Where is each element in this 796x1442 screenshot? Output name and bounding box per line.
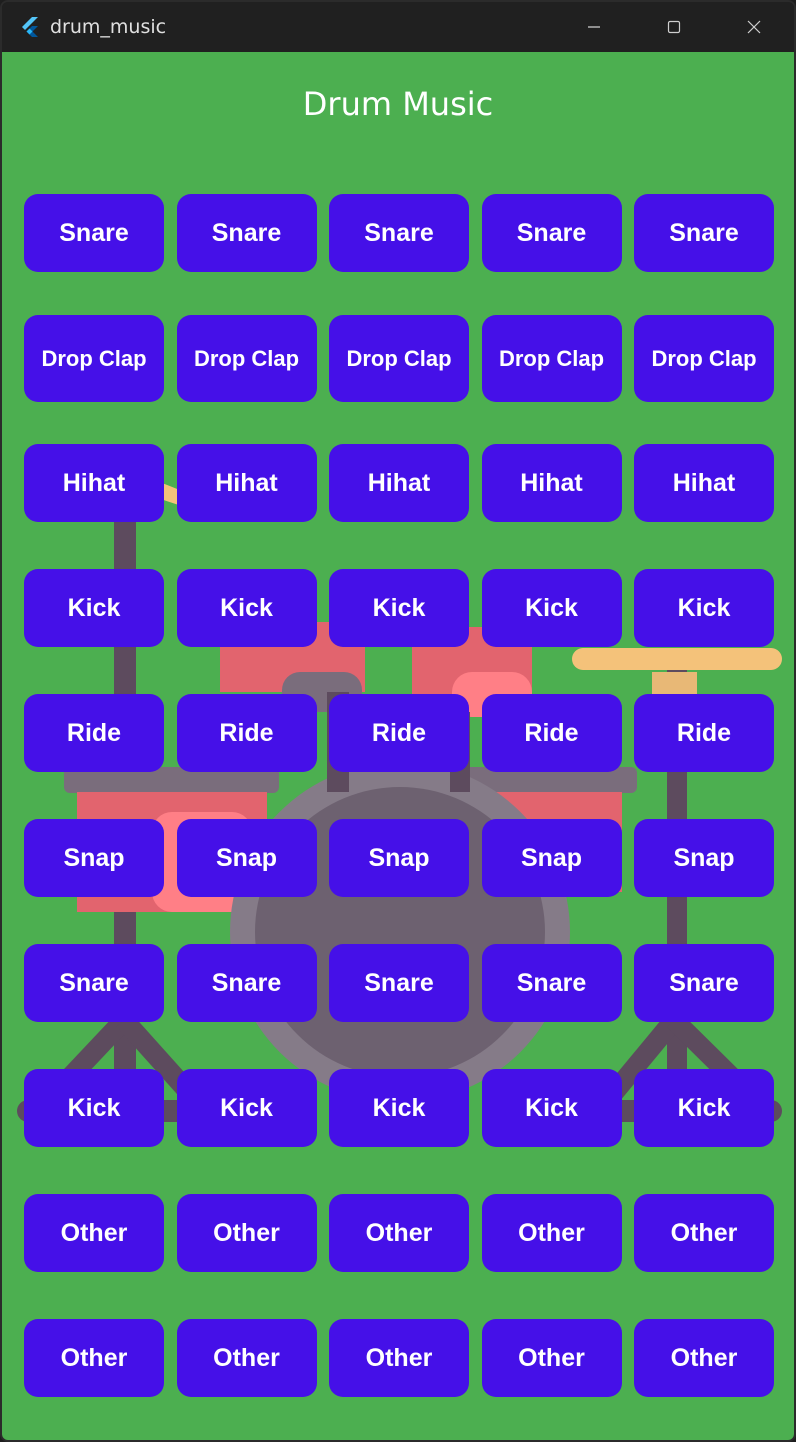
drum-pad-button[interactable]: Kick [481, 1069, 622, 1147]
pad-row: Other Other Other Other Other [24, 1319, 774, 1397]
drum-pad-button[interactable]: Snare [24, 944, 164, 1022]
drum-pad-button[interactable]: Kick [24, 1069, 164, 1147]
window-controls [554, 2, 794, 52]
maximize-button[interactable] [634, 2, 714, 52]
drum-pad-button[interactable]: Snare [634, 944, 774, 1022]
drum-pad-button[interactable]: Ride [634, 694, 774, 772]
drum-pad-button[interactable]: Ride [24, 694, 164, 772]
drum-pad-button[interactable]: Other [481, 1319, 622, 1397]
drum-pad-button[interactable]: Other [481, 1194, 622, 1272]
app-window: drum_music Drum Music Snare Snare Snare … [0, 0, 796, 1442]
drum-pad-button[interactable]: Snare [481, 944, 622, 1022]
drum-pad-button[interactable]: Hihat [176, 444, 317, 522]
drum-pad-button[interactable]: Snare [329, 944, 469, 1022]
drum-pad-button[interactable]: Other [24, 1194, 164, 1272]
drum-pad-button[interactable]: Other [24, 1319, 164, 1397]
drum-pad-button[interactable]: Kick [634, 1069, 774, 1147]
close-icon [747, 20, 761, 34]
drum-pad-button[interactable]: Snap [24, 819, 164, 897]
pad-row: Drop Clap Drop Clap Drop Clap Drop Clap Drop… [24, 315, 774, 402]
close-button[interactable] [714, 2, 794, 52]
drum-pad-button[interactable]: Snare [176, 944, 317, 1022]
app-content: Drum Music Snare Snare Snare Snare Snare Drop… [2, 52, 794, 1440]
drum-pad-button[interactable]: Drop Clap [176, 315, 317, 402]
drum-pad-button[interactable]: Drop Clap [634, 315, 774, 402]
drum-pad-button[interactable]: Kick [634, 569, 774, 647]
drum-pad-button[interactable]: Other [634, 1319, 774, 1397]
window-title: drum_music [50, 16, 167, 38]
drum-pad-button[interactable]: Snare [24, 194, 164, 272]
drum-pad-button[interactable]: Drop Clap [329, 315, 469, 402]
drum-pad-button[interactable]: Drop Clap [24, 315, 164, 402]
drum-pad-button[interactable]: Ride [329, 694, 469, 772]
title-bar: drum_music [2, 2, 794, 52]
maximize-icon [667, 20, 681, 34]
pad-row: Hihat Hihat Hihat Hihat Hihat [24, 444, 774, 522]
drum-pad-button[interactable]: Other [634, 1194, 774, 1272]
drum-pad-button[interactable]: Ride [481, 694, 622, 772]
drum-pad-button[interactable]: Kick [24, 569, 164, 647]
drum-pad-button[interactable]: Snap [481, 819, 622, 897]
drum-pad-button[interactable]: Snare [176, 194, 317, 272]
drum-pad-button[interactable]: Snap [176, 819, 317, 897]
minimize-button[interactable] [554, 2, 634, 52]
drum-pad-button[interactable]: Kick [176, 569, 317, 647]
drum-pad-button[interactable]: Other [176, 1319, 317, 1397]
pad-row: Snap Snap Snap Snap Snap [24, 819, 774, 897]
drum-pad-button[interactable]: Snap [329, 819, 469, 897]
pad-row: Snare Snare Snare Snare Snare [24, 194, 774, 272]
flutter-logo-icon [22, 17, 38, 37]
drum-pad-button[interactable]: Other [329, 1194, 469, 1272]
drum-pad-button[interactable]: Kick [329, 569, 469, 647]
drum-pad-button[interactable]: Hihat [634, 444, 774, 522]
page-title: Drum Music [302, 85, 494, 123]
drum-pad-button[interactable]: Ride [176, 694, 317, 772]
drum-pad-button[interactable]: Kick [329, 1069, 469, 1147]
drum-pad-button[interactable]: Snare [329, 194, 469, 272]
drum-pad-button[interactable]: Other [329, 1319, 469, 1397]
drum-pad-button[interactable]: Snare [634, 194, 774, 272]
drum-pad-button[interactable]: Hihat [24, 444, 164, 522]
pad-row: Other Other Other Other Other [24, 1194, 774, 1272]
minimize-icon [588, 26, 600, 28]
drum-pad-button[interactable]: Kick [481, 569, 622, 647]
pad-row: Snare Snare Snare Snare Snare [24, 944, 774, 1022]
drum-pad-button[interactable]: Other [176, 1194, 317, 1272]
drum-pad-button[interactable]: Hihat [329, 444, 469, 522]
pad-row: Ride Ride Ride Ride Ride [24, 694, 774, 772]
drum-pad-button[interactable]: Hihat [481, 444, 622, 522]
pad-row: Kick Kick Kick Kick Kick [24, 569, 774, 647]
drum-pad-button[interactable]: Snap [634, 819, 774, 897]
pad-row: Kick Kick Kick Kick Kick [24, 1069, 774, 1147]
drum-pad-button[interactable]: Drop Clap [481, 315, 622, 402]
drum-pad-button[interactable]: Snare [481, 194, 622, 272]
drum-pad-button[interactable]: Kick [176, 1069, 317, 1147]
